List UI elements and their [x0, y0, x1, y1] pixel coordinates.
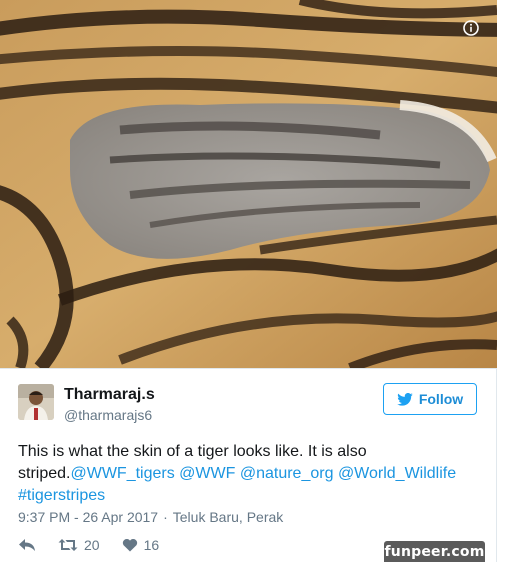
hashtag-tigerstripes[interactable]: #tigerstripes: [18, 487, 105, 504]
tweet-timestamp[interactable]: 9:37 PM - 26 Apr 2017: [18, 509, 158, 525]
info-icon[interactable]: [463, 20, 479, 36]
watermark: funpeer.com: [384, 541, 485, 562]
user-handle[interactable]: @tharmarajs6: [64, 407, 152, 423]
mention-wwf-tigers[interactable]: @WWF_tigers: [70, 465, 174, 482]
avatar-image: [18, 384, 54, 420]
twitter-bird-icon: [397, 392, 413, 406]
mention-world-wildlife[interactable]: @World_Wildlife: [338, 465, 456, 482]
tweet-actions: 20 16: [18, 535, 181, 555]
mention-nature-org[interactable]: @nature_org: [240, 465, 334, 482]
follow-label: Follow: [418, 391, 464, 407]
tweet-photo[interactable]: [0, 0, 497, 368]
meta-separator: ·: [163, 509, 168, 525]
tweet-content: Tharmaraj.s @tharmarajs6 Follow This is …: [0, 368, 497, 562]
tiger-skin-photo: [0, 0, 497, 368]
tweet-location[interactable]: Teluk Baru, Perak: [173, 509, 284, 525]
heart-icon: [122, 538, 137, 552]
like-button[interactable]: 16: [122, 537, 160, 553]
retweet-icon: [58, 539, 78, 551]
retweet-button[interactable]: 20: [58, 537, 100, 553]
follow-button[interactable]: Follow: [383, 383, 477, 415]
display-name[interactable]: Tharmaraj.s: [64, 386, 155, 404]
reply-button[interactable]: [18, 538, 36, 552]
tweet-text: This is what the skin of a tiger looks l…: [18, 441, 483, 507]
retweet-count: 20: [84, 537, 100, 553]
mention-wwf[interactable]: @WWF: [179, 465, 235, 482]
like-count: 16: [143, 537, 160, 553]
reply-icon: [19, 539, 35, 551]
avatar[interactable]: [18, 384, 54, 420]
tweet-meta: 9:37 PM - 26 Apr 2017 · Teluk Baru, Perak: [18, 509, 283, 525]
tweet-card: Tharmaraj.s @tharmarajs6 Follow This is …: [0, 0, 497, 562]
